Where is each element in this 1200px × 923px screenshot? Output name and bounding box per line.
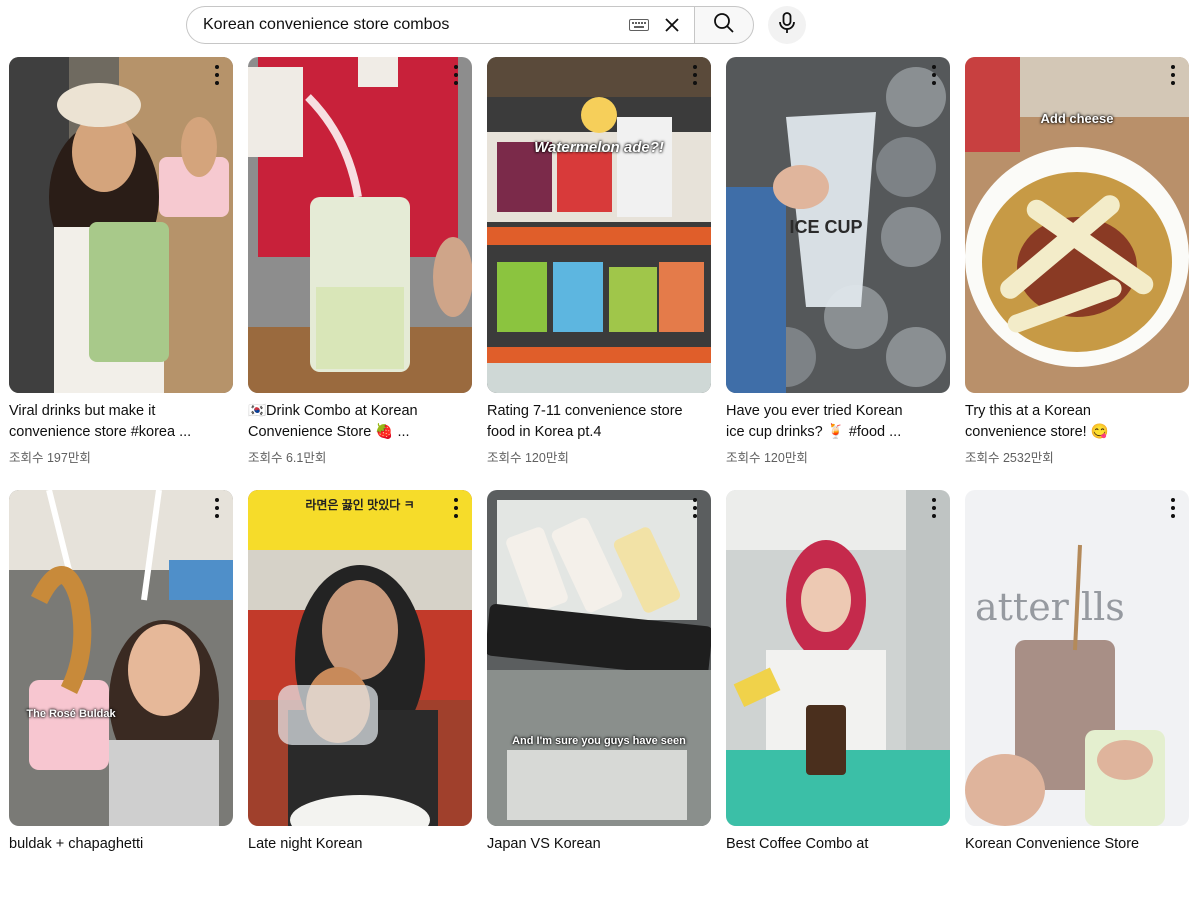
video-card[interactable]: 라면은 끓인 맛있다 ㅋ Late night Korean bbox=[248, 490, 472, 923]
video-thumbnail[interactable]: The Rosé Buldak bbox=[9, 490, 233, 826]
video-meta: Japan VS Korean bbox=[487, 834, 711, 859]
thumbnail-caption: And I'm sure you guys have seen bbox=[512, 735, 686, 747]
video-card[interactable]: ICE CUP Have you ever tried Korean ice c… bbox=[726, 57, 950, 490]
video-meta: Best Coffee Combo at bbox=[726, 834, 950, 859]
view-count: 조회수 197만회 bbox=[9, 451, 91, 465]
thumbnail-caption: Watermelon ade?! bbox=[534, 139, 664, 156]
video-meta: Korean Convenience Store bbox=[965, 834, 1189, 859]
keyboard-icon[interactable] bbox=[628, 17, 650, 33]
video-title[interactable]: 🇰🇷Drink Combo at Korean Convenience Stor… bbox=[248, 401, 444, 443]
search-button[interactable] bbox=[694, 6, 754, 44]
more-vertical-icon[interactable] bbox=[689, 65, 701, 85]
video-thumbnail[interactable]: Add cheese bbox=[965, 57, 1189, 393]
video-thumbnail[interactable] bbox=[9, 57, 233, 393]
search-icon bbox=[713, 12, 735, 39]
video-thumbnail[interactable] bbox=[248, 57, 472, 393]
video-title[interactable]: Viral drinks but make it convenience sto… bbox=[9, 401, 205, 443]
video-thumbnail[interactable]: ICE CUP bbox=[726, 57, 950, 393]
video-title[interactable]: Japan VS Korean bbox=[487, 834, 683, 855]
more-vertical-icon[interactable] bbox=[928, 498, 940, 518]
more-vertical-icon[interactable] bbox=[1167, 65, 1179, 85]
top-bar bbox=[0, 0, 1200, 52]
video-thumbnail[interactable] bbox=[726, 490, 950, 826]
video-meta: Have you ever tried Korean ice cup drink… bbox=[726, 401, 950, 466]
video-meta: Late night Korean bbox=[248, 834, 472, 859]
svg-text:atter lls: atter lls bbox=[975, 585, 1125, 629]
video-card[interactable]: Watermelon ade?! Rating 7-11 convenience… bbox=[487, 57, 711, 490]
video-thumbnail[interactable]: 라면은 끓인 맛있다 ㅋ bbox=[248, 490, 472, 826]
thumbnail-caption: ICE CUP bbox=[789, 217, 863, 237]
video-meta: Try this at a Korean convenience store! … bbox=[965, 401, 1189, 466]
search-box[interactable] bbox=[186, 6, 694, 44]
video-thumbnail[interactable]: Watermelon ade?! bbox=[487, 57, 711, 393]
video-meta: buldak + chapaghetti bbox=[9, 834, 233, 859]
thumbnail-caption: Add cheese bbox=[1040, 111, 1114, 126]
thumbnail-caption: The Rosé Buldak bbox=[26, 708, 116, 720]
view-count: 조회수 6.1만회 bbox=[248, 451, 327, 465]
view-count: 조회수 2532만회 bbox=[965, 451, 1054, 465]
search-input[interactable] bbox=[203, 16, 628, 34]
video-card[interactable]: Add cheese Try this at a Korean convenie… bbox=[965, 57, 1189, 490]
video-grid: Viral drinks but make it convenience sto… bbox=[9, 57, 1189, 923]
more-vertical-icon[interactable] bbox=[450, 65, 462, 85]
video-card[interactable]: Viral drinks but make it convenience sto… bbox=[9, 57, 233, 490]
more-vertical-icon[interactable] bbox=[211, 65, 223, 85]
video-title[interactable]: Korean Convenience Store bbox=[965, 834, 1161, 855]
more-vertical-icon[interactable] bbox=[450, 498, 462, 518]
video-title[interactable]: Late night Korean bbox=[248, 834, 444, 855]
view-count: 조회수 120만회 bbox=[487, 451, 569, 465]
video-card[interactable]: Best Coffee Combo at bbox=[726, 490, 950, 923]
video-meta: 🇰🇷Drink Combo at Korean Convenience Stor… bbox=[248, 401, 472, 466]
microphone-icon bbox=[778, 11, 796, 39]
video-meta: Rating 7-11 convenience store food in Ko… bbox=[487, 401, 711, 466]
voice-search-button[interactable] bbox=[768, 6, 806, 44]
video-title[interactable]: Best Coffee Combo at bbox=[726, 834, 922, 855]
video-card[interactable]: The Rosé Buldak buldak + chapaghetti bbox=[9, 490, 233, 923]
thumbnail-caption: 라면은 끓인 맛있다 ㅋ bbox=[305, 498, 415, 512]
more-vertical-icon[interactable] bbox=[211, 498, 223, 518]
video-title[interactable]: buldak + chapaghetti bbox=[9, 834, 205, 855]
video-card[interactable]: And I'm sure you guys have seen Japan VS… bbox=[487, 490, 711, 923]
video-thumbnail[interactable]: And I'm sure you guys have seen bbox=[487, 490, 711, 826]
more-vertical-icon[interactable] bbox=[689, 498, 701, 518]
video-card[interactable]: 🇰🇷Drink Combo at Korean Convenience Stor… bbox=[248, 57, 472, 490]
video-title[interactable]: Try this at a Korean convenience store! … bbox=[965, 401, 1161, 443]
video-card[interactable]: atter lls Korean Convenience Store bbox=[965, 490, 1189, 923]
close-icon[interactable] bbox=[660, 13, 684, 37]
video-thumbnail[interactable]: atter lls bbox=[965, 490, 1189, 826]
more-vertical-icon[interactable] bbox=[1167, 498, 1179, 518]
more-vertical-icon[interactable] bbox=[928, 65, 940, 85]
video-title[interactable]: Rating 7-11 convenience store food in Ko… bbox=[487, 401, 683, 443]
video-meta: Viral drinks but make it convenience sto… bbox=[9, 401, 233, 466]
view-count: 조회수 120만회 bbox=[726, 451, 808, 465]
video-title[interactable]: Have you ever tried Korean ice cup drink… bbox=[726, 401, 922, 443]
